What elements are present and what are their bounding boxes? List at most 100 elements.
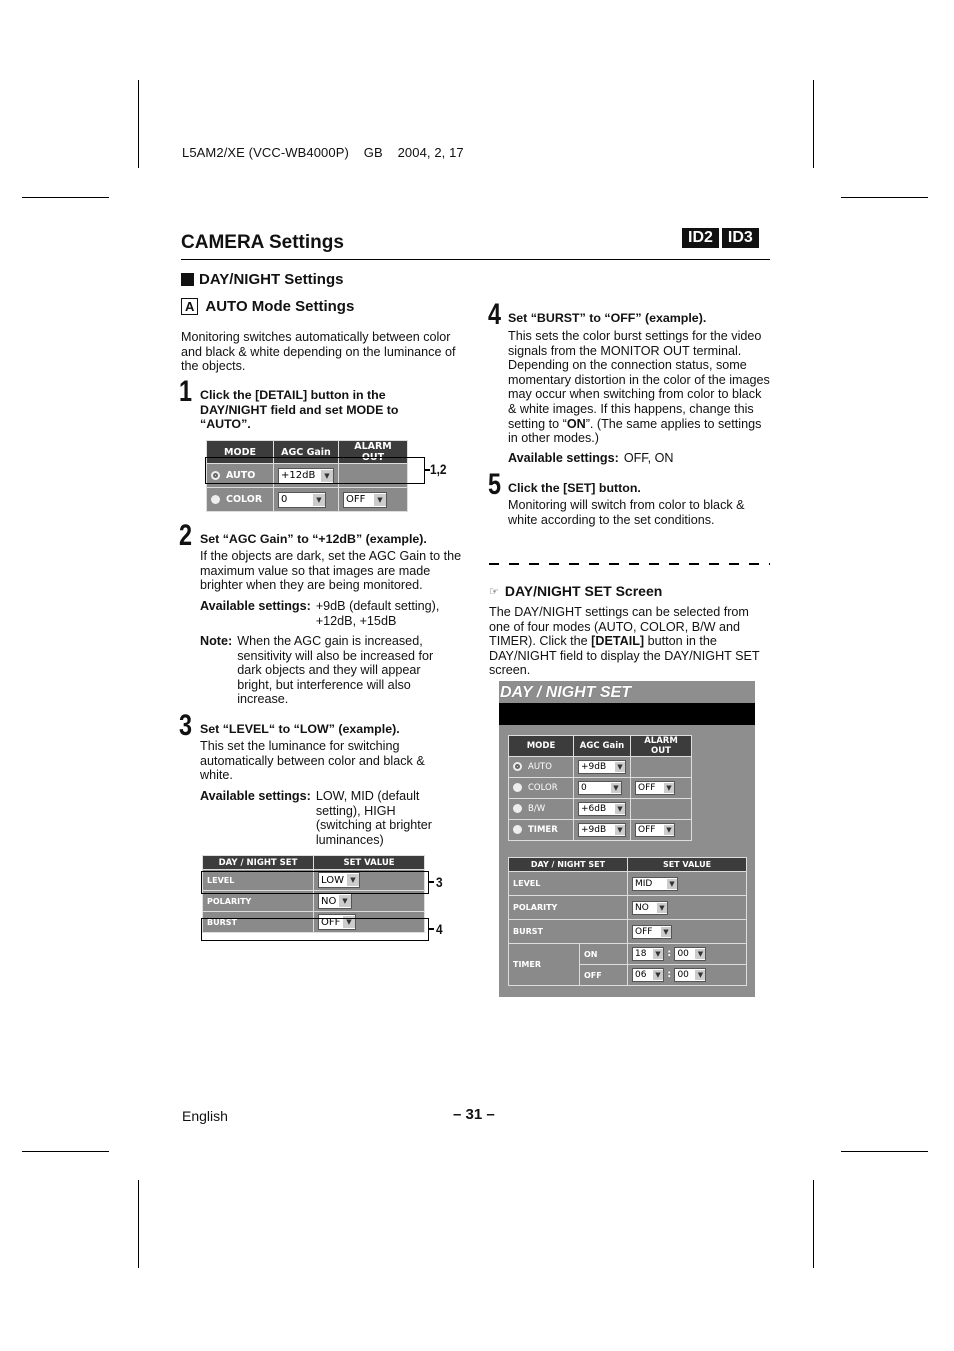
column-header: SET VALUE: [627, 857, 747, 872]
id-badges: ID2 ID3: [682, 228, 759, 248]
chevron-down-icon: ▼: [695, 949, 706, 959]
select-value: 0: [281, 494, 288, 505]
step-number: 2: [179, 519, 193, 552]
agc-gain-select[interactable]: +6dB ▼: [578, 802, 626, 816]
radio-unselected-icon: [211, 495, 220, 504]
radio-unselected-icon: [513, 825, 522, 834]
polarity-select[interactable]: NO ▼: [632, 900, 668, 915]
level-select[interactable]: MID ▼: [632, 876, 678, 891]
row-label: BURST: [508, 919, 628, 944]
mode-radio-color[interactable]: COLOR: [206, 487, 274, 512]
select-value: 00: [677, 949, 689, 959]
row-label: TIMER: [508, 943, 580, 986]
available-settings: Available settings: OFF, ON: [508, 451, 768, 466]
step-number: 3: [179, 709, 193, 742]
available-settings: Available settings: +9dB (default settin…: [200, 599, 460, 628]
timer-on-hour-select[interactable]: 18 ▼: [632, 947, 664, 961]
boxed-letter-marker: A: [181, 298, 199, 315]
agc-gain-select[interactable]: +9dB ▼: [578, 823, 626, 837]
step-title: Set “LEVEL“ to “LOW” (example).: [200, 722, 400, 736]
agc-gain-select[interactable]: +9dB ▼: [578, 760, 626, 774]
pointing-hand-icon: ☞: [489, 585, 499, 598]
select-value: 06: [635, 970, 647, 980]
alarm-out-select[interactable]: OFF ▼: [343, 491, 387, 508]
crop-mark: [813, 80, 814, 168]
burst-select[interactable]: OFF ▼: [632, 924, 672, 939]
step-body: If the objects are dark, set the AGC Gai…: [200, 549, 462, 593]
chevron-down-icon: ▼: [695, 970, 706, 980]
agc-gain-select[interactable]: 0 ▼: [278, 491, 326, 508]
row-sublabel: ON: [579, 943, 628, 965]
step-title: Click the [SET] button.: [508, 481, 641, 495]
step-title: Set “AGC Gain” to “+12dB” (example).: [200, 532, 427, 546]
chevron-down-icon: ▼: [664, 825, 674, 835]
chevron-down-icon: ▼: [313, 493, 325, 506]
empty-cell: [630, 756, 692, 778]
alarm-out-select[interactable]: OFF ▼: [635, 781, 675, 795]
crop-mark: [813, 1180, 814, 1268]
chevron-down-icon: ▼: [611, 783, 621, 793]
chevron-down-icon: ▼: [339, 895, 351, 907]
empty-cell: [630, 798, 692, 820]
row-sublabel: OFF: [579, 964, 628, 986]
radio-unselected-icon: [513, 783, 522, 792]
step-number: 5: [488, 468, 502, 501]
callout-label: 1,2: [430, 461, 447, 477]
chevron-down-icon: ▼: [615, 762, 625, 772]
mode-label: TIMER: [528, 825, 558, 835]
note: Note: When the AGC gain is increased, se…: [200, 634, 450, 707]
callout-label: 3: [436, 874, 443, 890]
footer-language: English: [182, 1108, 228, 1124]
timer-off-hour-select[interactable]: 06 ▼: [632, 968, 664, 982]
timer-on-minute-select[interactable]: 00 ▼: [674, 947, 707, 961]
row-label: LEVEL: [508, 871, 628, 896]
chevron-down-icon: ▼: [657, 902, 667, 913]
note-value: When the AGC gain is increased, sensitiv…: [237, 634, 434, 707]
mode-radio-color[interactable]: COLOR: [508, 777, 574, 799]
radio-selected-icon: [513, 762, 522, 771]
body-emphasis: ON: [566, 416, 586, 431]
select-value: OFF: [638, 783, 656, 793]
column-header: SET VALUE: [313, 855, 425, 870]
chevron-down-icon: ▼: [615, 825, 625, 835]
screen-section-body: The DAY/NIGHT settings can be selected f…: [489, 605, 771, 678]
available-settings-label: Available settings:: [508, 451, 619, 465]
screen-section-heading-text: DAY/NIGHT SET Screen: [504, 583, 663, 599]
title-bar: [499, 703, 755, 725]
chevron-down-icon: ▼: [374, 493, 386, 506]
agc-gain-select[interactable]: 0 ▼: [578, 781, 622, 795]
subsection-heading: A AUTO Mode Settings: [181, 298, 354, 315]
page-number: – 31 –: [453, 1106, 495, 1123]
select-value: +9dB: [581, 762, 607, 772]
column-header: ALARM OUT: [630, 735, 692, 757]
select-value: 0: [581, 783, 587, 793]
mode-radio-auto[interactable]: AUTO: [508, 756, 574, 778]
polarity-select[interactable]: NO ▼: [318, 893, 352, 909]
document-code: L5AM2/XE (VCC-WB4000P) GB 2004, 2, 17: [182, 145, 464, 160]
step-body: This sets the color burst settings for t…: [508, 329, 770, 446]
column-header: DAY / NIGHT SET: [508, 857, 628, 872]
callout-tick: [428, 928, 434, 930]
crop-mark: [22, 1151, 109, 1152]
note-label: Note:: [200, 634, 233, 648]
crop-mark: [138, 80, 139, 168]
mode-radio-bw[interactable]: B/W: [508, 798, 574, 820]
callout-box: [201, 871, 429, 894]
chevron-down-icon: ▼: [667, 878, 677, 889]
id-badge: ID2: [682, 228, 719, 248]
select-value: 18: [635, 949, 647, 959]
select-value: +9dB: [581, 825, 607, 835]
chevron-down-icon: ▼: [615, 804, 625, 814]
crop-mark: [841, 197, 928, 198]
available-settings-label: Available settings:: [200, 789, 311, 803]
timer-off-minute-select[interactable]: 00 ▼: [674, 968, 707, 982]
callout-box: [205, 457, 425, 484]
crop-mark: [22, 197, 109, 198]
mode-radio-timer[interactable]: TIMER: [508, 819, 574, 841]
alarm-out-select[interactable]: OFF ▼: [635, 823, 675, 837]
step-number: 4: [488, 298, 502, 331]
time-separator: :: [667, 969, 672, 980]
dashed-divider: [489, 563, 770, 565]
select-value: OFF: [638, 825, 656, 835]
select-value: NO: [321, 895, 337, 907]
